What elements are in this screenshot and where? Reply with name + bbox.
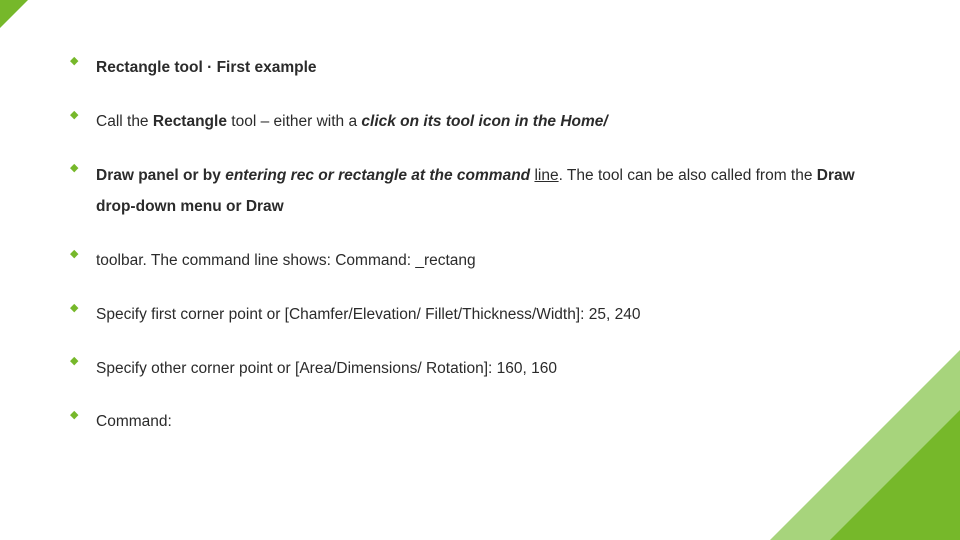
text-fragment: . The tool can be also called from the (559, 167, 817, 184)
text-fragment: Draw (96, 167, 134, 184)
text-fragment: Draw (817, 167, 855, 184)
text-fragment: toolbar. The command line shows: Command… (96, 252, 476, 269)
text-fragment: Specify first corner point or [Chamfer/E… (96, 306, 640, 323)
text-fragment: entering (225, 167, 286, 184)
text-fragment: drop-down menu or (96, 198, 246, 215)
text-fragment: click (361, 113, 395, 130)
list-item: Rectangle tool · First example (70, 52, 890, 84)
text-fragment: Specify other corner point or [Area/Dime… (96, 360, 557, 377)
text-fragment: on its tool icon in the (396, 113, 560, 130)
slide-content: Rectangle tool · First example Call the … (0, 0, 960, 438)
list-item: Command: (70, 406, 890, 438)
list-item: Specify other corner point or [Area/Dime… (70, 353, 890, 385)
list-item: Call the Rectangle tool – either with a … (70, 106, 890, 138)
text-fragment: Home/ (560, 113, 607, 130)
bullet-list: Rectangle tool · First example Call the … (70, 52, 890, 438)
text-fragment: Command: (96, 413, 172, 430)
decor-corner-top-left (0, 0, 28, 28)
text-fragment: Draw (246, 198, 284, 215)
list-item: Specify first corner point or [Chamfer/E… (70, 299, 890, 331)
text-fragment: Rectangle tool (96, 59, 203, 76)
list-item: toolbar. The command line shows: Command… (70, 245, 890, 277)
text-fragment: Call the (96, 113, 153, 130)
text-fragment: panel or by (134, 167, 225, 184)
text-fragment: rec or rectangle at the command (286, 167, 534, 184)
text-fragment: tool – either with a (227, 113, 361, 130)
text-fragment: · First example (203, 59, 317, 76)
text-fragment: line (534, 167, 558, 184)
text-fragment: Rectangle (153, 113, 227, 130)
list-item: Draw panel or by entering rec or rectang… (70, 160, 890, 224)
